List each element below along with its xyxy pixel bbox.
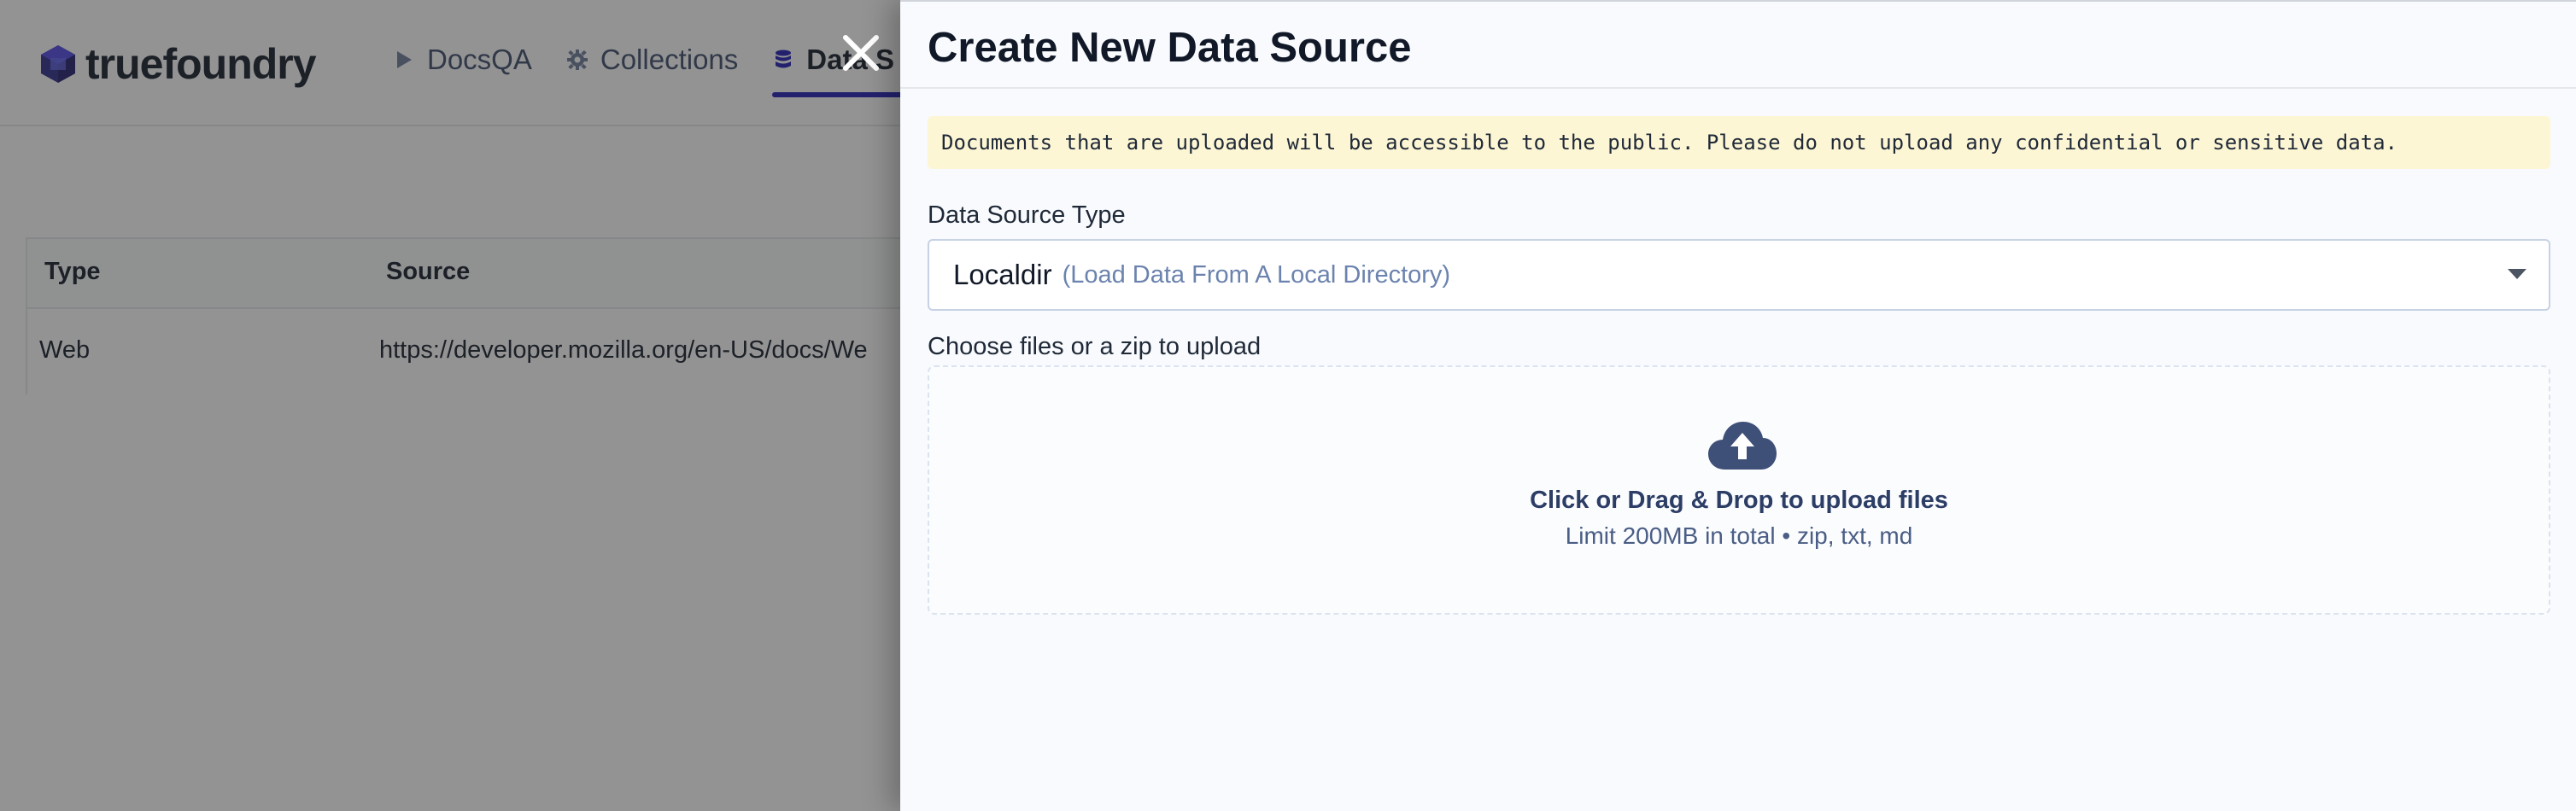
drawer-header: Create New Data Source: [900, 2, 2576, 89]
file-upload-dropzone[interactable]: Click or Drag & Drop to upload files Lim…: [928, 365, 2550, 615]
public-upload-warning: Documents that are uploaded will be acce…: [928, 116, 2550, 169]
chevron-down-icon: [2508, 269, 2526, 279]
drawer-title: Create New Data Source: [928, 25, 1412, 71]
create-data-source-drawer: Create New Data Source Documents that ar…: [900, 0, 2576, 811]
upload-limits: Limit 200MB in total • zip, txt, md: [1565, 522, 1913, 549]
selected-source-type-hint: (Load Data From A Local Directory): [1062, 260, 1451, 289]
cloud-upload-icon: [1708, 422, 1777, 470]
close-icon[interactable]: [837, 29, 885, 77]
data-source-type-label: Data Source Type: [928, 201, 1126, 229]
selected-source-type: Localdir: [953, 259, 1052, 290]
data-source-type-select[interactable]: Localdir (Load Data From A Local Directo…: [928, 239, 2550, 311]
upload-instruction: Click or Drag & Drop to upload files: [1530, 487, 1948, 514]
upload-files-label: Choose files or a zip to upload: [928, 333, 1262, 360]
